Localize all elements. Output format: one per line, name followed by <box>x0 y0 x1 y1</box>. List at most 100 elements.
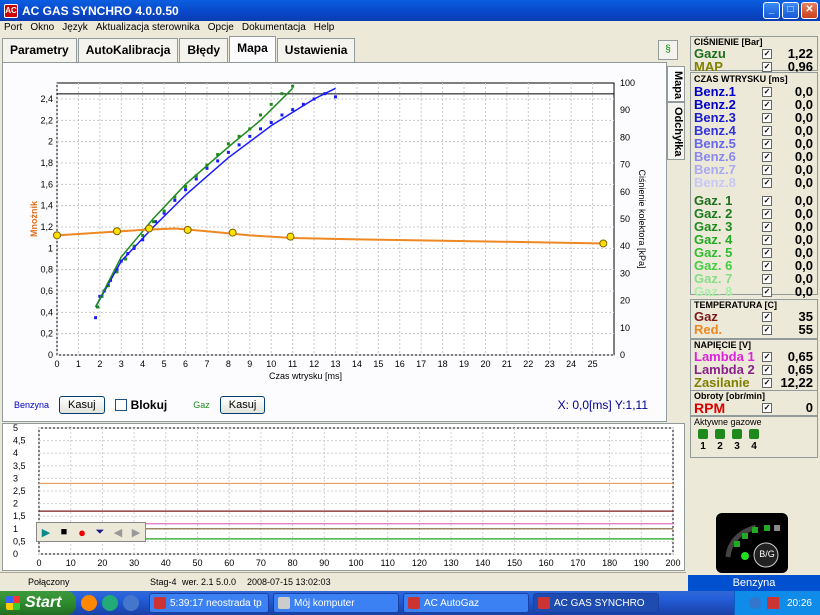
benz-checkbox[interactable]: ✓ <box>762 164 772 175</box>
kasuj-benzyna-button[interactable]: Kasuj <box>59 396 105 414</box>
voltage-checkbox[interactable]: ✓ <box>762 351 772 362</box>
rpm-row: RPM ✓ 0 <box>691 399 817 416</box>
gaz-checkbox[interactable]: ✓ <box>762 221 772 232</box>
x-tick-label: 13 <box>330 359 340 369</box>
firefox-icon[interactable] <box>81 595 97 611</box>
pressure-checkbox[interactable]: ✓ <box>762 61 772 72</box>
voltage-checkbox[interactable]: ✓ <box>762 377 772 388</box>
tab-autokalibracja[interactable]: AutoKalibracja <box>77 38 179 62</box>
clock: 20:26 <box>786 597 812 609</box>
task-moj-komputer[interactable]: Mój komputer <box>273 593 399 613</box>
tray-icon[interactable] <box>748 597 761 609</box>
benz-checkbox[interactable]: ✓ <box>762 112 772 123</box>
pressure-marker <box>599 239 608 248</box>
menu-dokumentacja[interactable]: Dokumentacja <box>238 21 310 36</box>
temperature-row: Red. ✓ 55 <box>691 322 817 337</box>
task-ac-autogaz[interactable]: AC AutoGaz <box>403 593 529 613</box>
scatter-point <box>269 120 273 124</box>
timeline-chart[interactable]: 0 10 20 30 40 50 60 70 80 90 100 110 120 130 140 150 160… <box>3 424 684 570</box>
gaz-label: Gaz <box>193 400 210 410</box>
tray-security-icon[interactable] <box>766 597 779 609</box>
temperature-checkbox[interactable]: ✓ <box>762 311 772 322</box>
start-button[interactable]: Start <box>0 591 76 615</box>
map-chart[interactable]: 0 1 2 3 4 5 6 7 8 9 10 11 12 13 14 15 16 17 18 19 20 21 22 23 24… <box>3 63 666 393</box>
x-tick-label: 9 <box>247 359 252 369</box>
play-icon[interactable]: ▶ <box>37 523 55 541</box>
benz-checkbox[interactable]: ✓ <box>762 125 772 136</box>
gaz-checkbox[interactable]: ✓ <box>762 195 772 206</box>
scatter-point <box>216 159 220 163</box>
gaz-row: Gaz. 8 ✓ 0,0 <box>691 284 817 299</box>
timeline-x-tick: 100 <box>348 558 363 568</box>
injector-icon <box>732 429 742 439</box>
gaz-checkbox[interactable]: ✓ <box>762 260 772 271</box>
y2-tick-label: 0 <box>620 350 625 360</box>
gaz-checkbox[interactable]: ✓ <box>762 208 772 219</box>
y-tick-label: 2,2 <box>40 115 53 125</box>
record-icon[interactable]: ● <box>73 523 91 541</box>
menu-okno[interactable]: Okno <box>26 21 58 36</box>
pressure-group: CIŚNIENIE [Bar] Gazu ✓ 1,22 MAP ✓ 0,96 <box>690 36 818 74</box>
task-neostrada[interactable]: 5:39:17 neostrada tp <box>149 593 269 613</box>
voltage-checkbox[interactable]: ✓ <box>762 364 772 375</box>
tab-ustawienia[interactable]: Ustawienia <box>276 38 356 62</box>
prev-icon[interactable]: ◀ <box>109 523 127 541</box>
tab-mapa[interactable]: Mapa <box>229 36 276 62</box>
benz-checkbox[interactable]: ✓ <box>762 151 772 162</box>
y2-axis-label: Ciśnienie kolektora [kPa] <box>637 169 647 268</box>
connection-status: Połączony <box>28 577 70 587</box>
tab-bledy[interactable]: Błędy <box>179 38 229 62</box>
main-tabs: Parametry AutoKalibracja Błędy Mapa Usta… <box>2 36 356 62</box>
timeline-y-tick: 3 <box>13 473 18 483</box>
menu-port[interactable]: Port <box>0 21 26 36</box>
gaz-checkbox[interactable]: ✓ <box>762 286 772 297</box>
system-tray: 20:26 <box>734 591 820 615</box>
temperature-checkbox[interactable]: ✓ <box>762 324 772 335</box>
timeline-x-tick: 120 <box>412 558 427 568</box>
ie-icon[interactable] <box>123 595 139 611</box>
cursor-y-label: Y: <box>614 398 626 412</box>
gaz-checkbox[interactable]: ✓ <box>762 273 772 284</box>
task-ac-gas-synchro[interactable]: AC GAS SYNCHRO <box>533 593 659 613</box>
rpm-checkbox[interactable]: ✓ <box>762 402 772 413</box>
menu-opcje[interactable]: Opcje <box>204 21 238 36</box>
gaz-label: Gaz. 8 <box>694 284 733 299</box>
kasuj-gaz-button[interactable]: Kasuj <box>219 396 266 414</box>
gas-switch[interactable]: B/G <box>716 513 788 573</box>
timeline-x-tick: 110 <box>381 558 395 568</box>
rpm-label: RPM <box>694 399 726 416</box>
stop-icon[interactable]: ■ <box>55 523 73 541</box>
quicklaunch-icon[interactable] <box>102 595 118 611</box>
benz-checkbox[interactable]: ✓ <box>762 177 772 188</box>
pressure-checkbox[interactable]: ✓ <box>762 48 772 59</box>
gaz-checkbox[interactable]: ✓ <box>762 234 772 245</box>
menu-jezyk[interactable]: Język <box>58 21 92 36</box>
maximize-button[interactable]: □ <box>782 2 799 19</box>
gaz-checkbox[interactable]: ✓ <box>762 247 772 258</box>
eject-icon[interactable]: ⏷ <box>91 523 109 541</box>
side-tab-mapa[interactable]: Mapa <box>667 66 685 102</box>
benz-checkbox[interactable]: ✓ <box>762 138 772 149</box>
y2-tick-label: 20 <box>620 296 630 306</box>
blokuj-checkbox[interactable] <box>114 399 127 411</box>
benz-checkbox[interactable]: ✓ <box>762 86 772 97</box>
x-tick-label: 7 <box>204 359 209 369</box>
side-tab-odchylka[interactable]: Odchyłka <box>667 102 685 160</box>
menu-aktualizacja[interactable]: Aktualizacja sterownika <box>92 21 204 36</box>
menu-help[interactable]: Help <box>310 21 339 36</box>
injector-number: 1 <box>700 441 706 452</box>
menu-bar: Port Okno Język Aktualizacja sterownika … <box>0 21 820 36</box>
next-icon[interactable]: ▶ <box>127 523 145 541</box>
benz-checkbox[interactable]: ✓ <box>762 99 772 110</box>
x-tick-label: 21 <box>502 359 512 369</box>
temperature-label: Red. <box>694 322 723 337</box>
close-button[interactable]: ✕ <box>801 2 818 19</box>
y-tick-label: 2,4 <box>40 94 53 104</box>
temperature-group: TEMPERATURA [C] Gaz ✓ 35 Red. ✓ 55 <box>690 299 818 339</box>
scatter-point <box>184 188 188 192</box>
minimize-button[interactable]: _ <box>763 2 780 19</box>
help-icon[interactable]: § <box>658 40 678 60</box>
timeline-y-tick: 1,5 <box>13 511 26 521</box>
timeline-x-tick: 40 <box>161 558 171 568</box>
tab-parametry[interactable]: Parametry <box>2 38 77 62</box>
